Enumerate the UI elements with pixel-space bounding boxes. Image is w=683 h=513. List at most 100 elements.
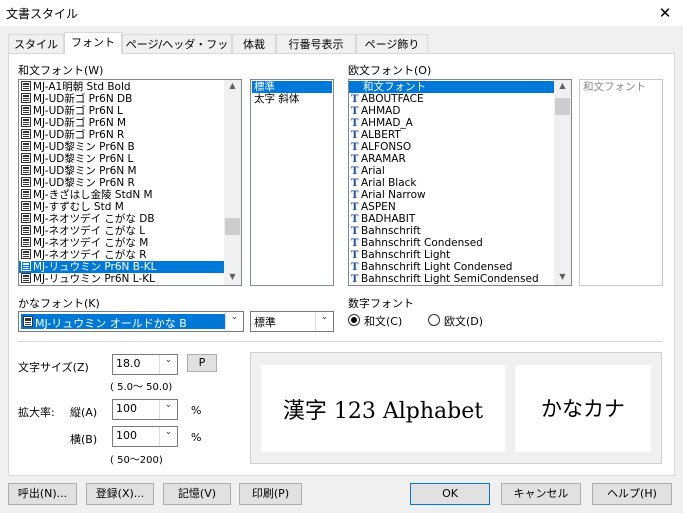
western-font-items: 和文フォント T ABOUTFACE T AHMAD T AHMAD_A T ALBERT T AL… [349,81,554,285]
western-font-item[interactable]: T Bahnschrift Light Condensed [349,261,554,273]
font-size-range: ( 5.0～ 50.0) [110,382,173,393]
style-item-regular[interactable]: 標準 [252,81,332,93]
radio-western-label[interactable]: 欧文(D) [444,313,483,329]
japanese-font-item[interactable]: MJ-UD新ゴ Pr6N DB [19,93,224,105]
japanese-font-item[interactable]: MJ-UD新ゴ Pr6N M [19,117,224,129]
title-bar [0,0,683,26]
japanese-font-item[interactable]: MJ-すずむし Std M [19,201,224,213]
western-font-item[interactable]: T AHMAD_A [349,117,554,129]
japanese-font-item[interactable]: MJ-ネオツデイ こがな R [19,249,224,261]
scroll-down-icon[interactable]: ▼ [224,271,241,285]
ok-button[interactable]: OK [410,483,490,505]
vertical-scale-unit: % [191,404,202,417]
chevron-down-icon[interactable]: ⌄ [225,312,243,331]
western-font-item[interactable]: 和文フォント [349,81,554,93]
western-font-item-label: BADHABIT [361,213,416,225]
chevron-down-icon[interactable]: ⌄ [159,427,177,446]
kana-style-combo[interactable]: 標準 ⌄ [250,311,334,332]
japanese-font-item[interactable]: MJ-ネオツデイ こがな DB [19,213,224,225]
western-font-item[interactable]: T Bahnschrift Light [349,249,554,261]
western-font-label: 欧文フォント(O) [348,64,432,77]
scroll-down-icon[interactable]: ▼ [554,271,571,285]
western-font-item[interactable]: T ALFONSO [349,141,554,153]
japanese-font-item-label: MJ-A1明朝 Std Bold [33,81,131,93]
radio-japanese[interactable] [348,314,360,326]
radio-japanese-label[interactable]: 和文(C) [364,313,402,329]
tab-line-number[interactable]: 行番号表示 [276,34,356,54]
western-font-item[interactable]: T Bahnschrift Light SemiCondensed [349,273,554,285]
tab-layout[interactable]: 体裁 [232,34,276,54]
japanese-font-item[interactable]: MJ-UD黎ミン Pr6N L [19,153,224,165]
close-button[interactable]: ✕ [652,2,678,24]
tab-page-decoration[interactable]: ページ飾り [356,34,428,54]
japanese-font-item[interactable]: MJ-UD黎ミン Pr6N M [19,165,224,177]
font-size-combo[interactable]: 18.0 ⌄ [112,354,178,375]
font-file-icon [23,316,33,327]
western-font-item[interactable]: T ALBERT [349,129,554,141]
western-font-scrollbar[interactable]: ▲ ▼ [554,80,571,285]
western-font-item[interactable]: T Bahnschrift Condensed [349,237,554,249]
japanese-font-item[interactable]: MJ-ネオツデイ こがな M [19,237,224,249]
font-size-value: 18.0 [116,357,141,370]
font-file-icon [21,129,31,139]
font-file-icon [21,165,31,175]
style-item-bold-italic[interactable]: 太字 斜体 [252,93,332,105]
tab-font[interactable]: フォント [64,32,122,54]
western-style-item: 和文フォント [583,81,646,93]
japanese-font-item[interactable]: MJ-きざはし金陵 StdN M [19,189,224,201]
horizontal-scale-combo[interactable]: 100 ⌄ [112,426,178,447]
western-font-item-label: 和文フォント [363,81,426,93]
chevron-down-icon[interactable]: ⌄ [159,355,177,374]
scroll-thumb[interactable] [555,98,570,115]
point-button[interactable]: P [187,354,217,372]
western-font-item[interactable]: T BADHABIT [349,213,554,225]
western-font-item[interactable]: T Bahnschrift [349,225,554,237]
font-file-icon [21,189,31,199]
cancel-button[interactable]: キャンセル [501,483,581,505]
western-font-item[interactable]: T ARAMAR [349,153,554,165]
japanese-font-scrollbar[interactable]: ▲ ▼ [224,80,241,285]
western-font-item[interactable]: T AHMAD [349,105,554,117]
print-button[interactable]: 印刷(P) [239,483,302,505]
font-style-list[interactable]: 標準 太字 斜体 [250,79,334,286]
japanese-font-item[interactable]: MJ-リュウミン Pr6N B-KL [19,261,224,273]
font-file-icon [21,225,31,235]
tab-style[interactable]: スタイル [8,34,64,54]
chevron-down-icon[interactable]: ⌄ [315,312,333,331]
western-font-item-label: ASPEN [361,201,396,213]
western-font-item[interactable]: T ASPEN [349,201,554,213]
chevron-down-icon[interactable]: ⌄ [159,400,177,419]
load-button[interactable]: 呼出(N)... [8,483,77,505]
memory-button[interactable]: 記憶(V) [163,483,231,505]
western-font-list[interactable]: 和文フォント T ABOUTFACE T AHMAD T AHMAD_A T ALBERT T AL… [348,79,572,286]
western-font-item[interactable]: T ABOUTFACE [349,93,554,105]
tab-page-header-footer[interactable]: ページ/ヘッダ・フッタ [122,34,232,70]
register-button[interactable]: 登録(X)... [86,483,154,505]
western-font-item-label: ALFONSO [361,141,412,153]
japanese-font-item[interactable]: MJ-リュウミン Pr6N L-KL [19,273,224,285]
western-font-item-label: Bahnschrift Light Condensed [361,261,513,273]
font-file-icon [21,213,31,223]
japanese-font-item[interactable]: MJ-UD新ゴ Pr6N L [19,105,224,117]
vertical-scale-combo[interactable]: 100 ⌄ [112,399,178,420]
scroll-thumb[interactable] [225,218,240,235]
japanese-font-item[interactable]: MJ-UD黎ミン Pr6N B [19,141,224,153]
western-font-item[interactable]: T Arial [349,165,554,177]
japanese-font-item[interactable]: MJ-UD新ゴ Pr6N R [19,129,224,141]
western-style-list[interactable]: 和文フォント [579,79,663,286]
radio-western[interactable] [428,314,440,326]
japanese-font-item[interactable]: MJ-UD黎ミン Pr6N R [19,177,224,189]
kana-font-combo[interactable]: MJ-リュウミン オールドかな B ⌄ [18,311,244,332]
scroll-up-icon[interactable]: ▲ [554,80,571,94]
western-font-item[interactable]: T Arial Black [349,177,554,189]
horizontal-scale-value: 100 [116,429,137,442]
japanese-font-item[interactable]: MJ-A1明朝 Std Bold [19,81,224,93]
scroll-up-icon[interactable]: ▲ [224,80,241,94]
japanese-font-item[interactable]: MJ-ネオツデイ こがな L [19,225,224,237]
scale-label: 拡大率: [18,406,55,419]
japanese-font-item-label: MJ-ネオツデイ こがな L [33,225,146,237]
japanese-font-list[interactable]: MJ-A1明朝 Std Bold MJ-UD新ゴ Pr6N DB MJ-UD新ゴ P… [18,79,242,286]
japanese-font-item-label: MJ-ネオツデイ こがな M [33,237,149,249]
help-button[interactable]: ヘルプ(H) [592,483,672,505]
western-font-item[interactable]: T Arial Narrow [349,189,554,201]
